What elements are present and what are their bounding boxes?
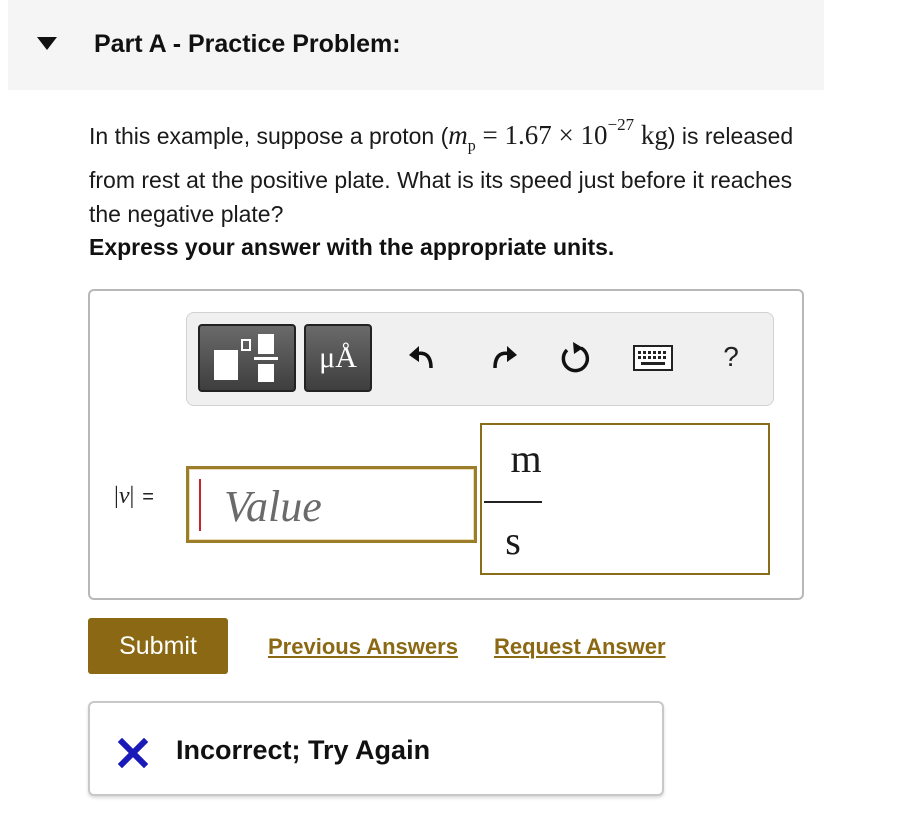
- redo-button[interactable]: [483, 338, 523, 378]
- reset-button[interactable]: [555, 338, 595, 378]
- value-placeholder: Value: [224, 482, 322, 531]
- fraction-bar: [484, 501, 542, 503]
- collapse-caret-icon[interactable]: [37, 37, 57, 50]
- redo-icon: [493, 346, 517, 369]
- math-toolbar: μÅ ?: [186, 312, 774, 406]
- feedback-text: Incorrect; Try Again: [176, 735, 431, 765]
- part-title: Part A - Practice Problem:: [94, 30, 401, 58]
- submit-button[interactable]: Submit: [88, 618, 228, 674]
- templates-icon: [214, 334, 278, 382]
- unit-numerator[interactable]: m: [496, 435, 556, 482]
- undo-button[interactable]: [403, 338, 443, 378]
- feedback-box: Incorrect; Try Again: [88, 701, 664, 796]
- units-button-label: μÅ: [319, 341, 357, 374]
- reset-icon: [561, 342, 590, 373]
- x-icon: [118, 738, 148, 768]
- unit-denominator[interactable]: s: [490, 517, 536, 564]
- previous-answers-link[interactable]: Previous Answers: [268, 634, 458, 660]
- help-button[interactable]: ?: [711, 337, 751, 377]
- answer-box: μÅ ? |v| = Value m s: [88, 289, 804, 600]
- keyboard-button[interactable]: [631, 338, 675, 378]
- templates-button[interactable]: [198, 324, 296, 392]
- undo-icon: [409, 346, 433, 369]
- question-text: In this example, suppose a proton (mp = …: [89, 115, 794, 228]
- text-cursor: [199, 479, 201, 531]
- answer-instruction: Express your answer with the appropriate…: [89, 234, 615, 260]
- part-header[interactable]: Part A - Practice Problem:: [8, 0, 824, 90]
- value-input[interactable]: Value: [186, 466, 477, 543]
- answer-variable-label: |v| =: [114, 483, 154, 509]
- keyboard-icon: [633, 345, 673, 371]
- units-button[interactable]: μÅ: [304, 324, 372, 392]
- units-input[interactable]: m s: [480, 423, 770, 575]
- proton-mass-expression: mp = 1.67 × 10−27 kg: [448, 115, 668, 155]
- request-answer-link[interactable]: Request Answer: [494, 634, 666, 660]
